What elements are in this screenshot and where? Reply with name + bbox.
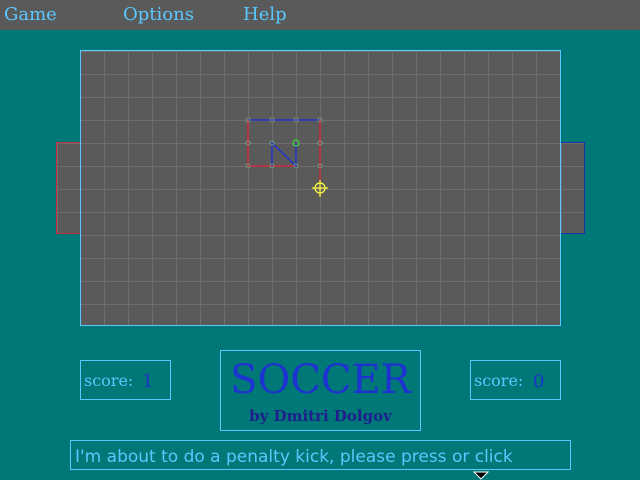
status-message: I'm about to do a penalty kick, please p… — [75, 447, 513, 467]
trail-line-n — [271, 141, 297, 168]
game-title: SOCCER — [230, 357, 411, 403]
left-score-value: 1 — [142, 371, 154, 392]
ball-crosshair-icon[interactable] — [312, 180, 328, 197]
author-credit: by Dmitri Dolgov — [249, 407, 392, 425]
left-score-panel: score: 1 — [80, 360, 171, 400]
left-score-label: score: — [84, 371, 134, 390]
title-panel: SOCCER by Dmitri Dolgov — [220, 350, 421, 431]
right-score-value: 0 — [533, 371, 545, 392]
status-bar: I'm about to do a penalty kick, please p… — [70, 440, 571, 470]
right-score-panel: score: 0 — [470, 360, 561, 400]
right-score-label: score: — [474, 371, 524, 390]
hourglass-cursor-icon — [472, 471, 490, 480]
